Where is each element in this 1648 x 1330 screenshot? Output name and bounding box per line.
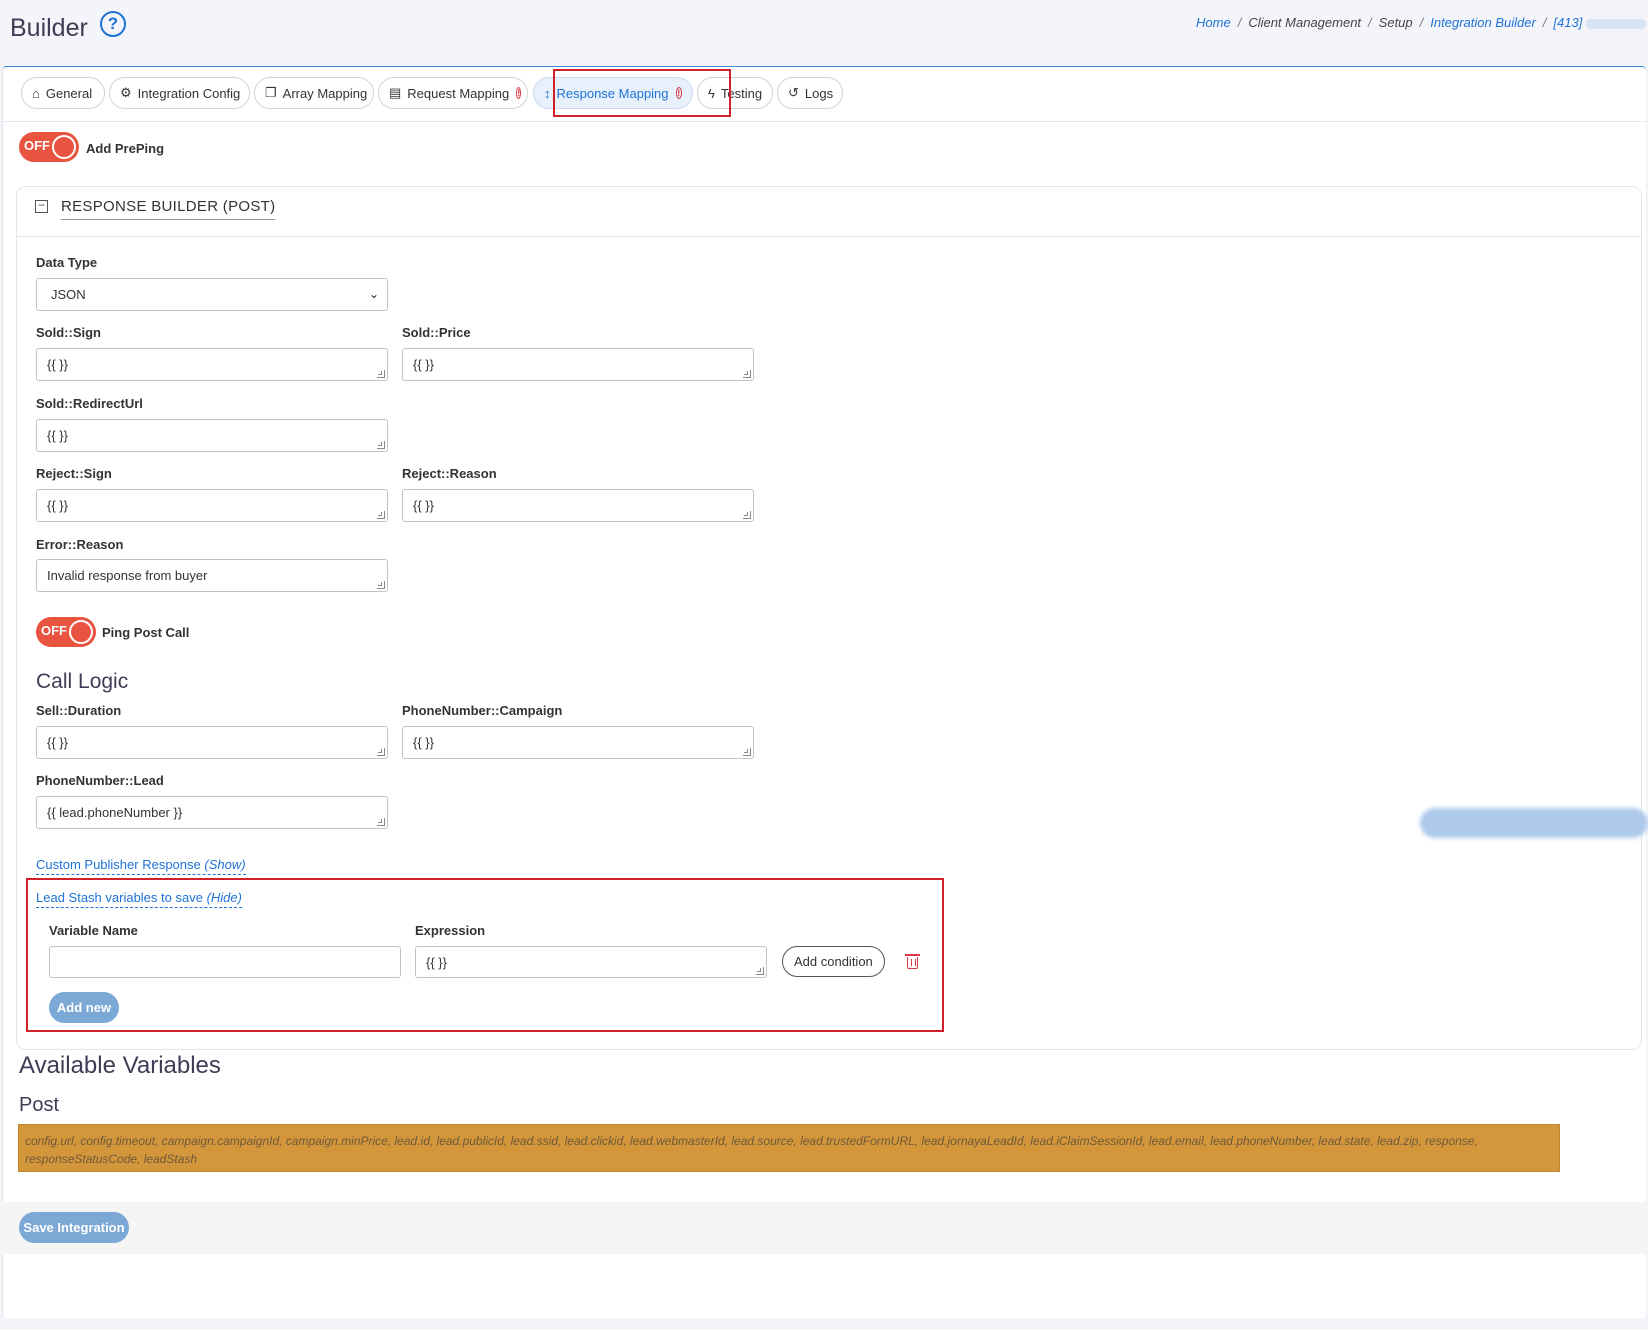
expression-label: Expression <box>415 923 486 938</box>
resize-handle[interactable] <box>377 581 385 589</box>
phone-lead-input[interactable]: {{ lead.phoneNumber }} <box>36 796 388 829</box>
resize-handle[interactable] <box>377 511 385 519</box>
page-title: Builder <box>10 14 88 42</box>
home-icon: ⌂ <box>32 85 40 101</box>
arrows-vertical-icon: ↕ <box>544 85 551 101</box>
resize-handle[interactable] <box>377 370 385 378</box>
breadcrumb-home[interactable]: Home <box>1196 15 1231 30</box>
add-new-button[interactable]: Add new <box>49 992 119 1023</box>
reject-sign-label: Reject::Sign <box>36 466 112 481</box>
breadcrumb-client-management: Client Management <box>1248 15 1362 30</box>
collapse-icon[interactable]: − <box>35 199 48 213</box>
phone-lead-label: PhoneNumber::Lead <box>36 773 164 788</box>
chevron-down-icon: ⌄ <box>368 287 379 301</box>
reject-reason-input[interactable]: {{ }} <box>402 489 754 522</box>
variable-name-label: Variable Name <box>49 923 138 938</box>
resize-handle[interactable] <box>743 748 751 756</box>
expression-input[interactable]: {{ }} <box>415 946 767 978</box>
floating-action-button[interactable] <box>1420 808 1648 838</box>
resize-handle[interactable] <box>743 370 751 378</box>
breadcrumb-integration-builder[interactable]: Integration Builder <box>1430 15 1536 30</box>
error-reason-input[interactable]: Invalid response from buyer <box>36 559 388 592</box>
sold-sign-label: Sold::Sign <box>36 325 101 340</box>
sold-redirect-input[interactable]: {{ }} <box>36 419 388 452</box>
tab-request-mapping[interactable]: ▤ Request Mapping! <box>378 77 528 109</box>
tab-array-mapping[interactable]: ❐ Array Mapping <box>254 77 374 109</box>
cogs-icon: ⚙ <box>120 85 132 100</box>
divider <box>3 121 1647 122</box>
panel-title[interactable]: RESPONSE BUILDER (POST) <box>61 198 276 220</box>
toggle-knob <box>69 620 93 644</box>
data-type-label: Data Type <box>36 255 98 270</box>
reject-reason-label: Reject::Reason <box>402 466 497 481</box>
sell-duration-label: Sell::Duration <box>36 703 122 718</box>
resize-handle[interactable] <box>377 748 385 756</box>
question-circle-icon[interactable]: ? <box>100 11 126 37</box>
phone-campaign-label: PhoneNumber::Campaign <box>402 703 563 718</box>
available-variables-list: config.url, config.timeout, campaign.cam… <box>18 1124 1560 1172</box>
tab-logs[interactable]: ↺ Logs <box>777 77 843 109</box>
panel-header: − RESPONSE BUILDER (POST) <box>17 187 1641 237</box>
sold-price-label: Sold::Price <box>402 325 471 340</box>
phone-campaign-input[interactable]: {{ }} <box>402 726 754 759</box>
resize-handle[interactable] <box>756 967 764 975</box>
reject-sign-input[interactable]: {{ }} <box>36 489 388 522</box>
history-icon: ↺ <box>788 85 799 100</box>
ping-post-label: Ping Post Call <box>102 625 190 640</box>
data-type-select[interactable]: JSON ⌄ <box>36 278 388 311</box>
preping-toggle[interactable]: OFF <box>19 132 79 162</box>
sold-sign-input[interactable]: {{ }} <box>36 348 388 381</box>
footer-bar <box>2 1202 1646 1254</box>
ping-post-toggle[interactable]: OFF <box>36 617 96 647</box>
resize-handle[interactable] <box>377 441 385 449</box>
resize-handle[interactable] <box>743 511 751 519</box>
highlight-frame-tab <box>553 69 731 117</box>
redacted-text <box>1586 18 1647 29</box>
sold-price-input[interactable]: {{ }} <box>402 348 754 381</box>
preping-label: Add PrePing <box>86 141 165 156</box>
error-reason-label: Error::Reason <box>36 537 124 552</box>
add-condition-button[interactable]: Add condition <box>782 946 885 977</box>
tab-general[interactable]: ⌂ General <box>21 77 105 109</box>
variable-name-input[interactable] <box>49 946 401 978</box>
copy-icon: ❐ <box>265 85 277 100</box>
toggle-knob <box>52 135 76 159</box>
lead-stash-link[interactable]: Lead Stash variables to save (Hide) <box>36 890 242 908</box>
top-bar: Builder ? Home / Client Management / Setup / I… <box>0 0 1648 64</box>
document-icon: ▤ <box>389 85 402 100</box>
save-integration-button[interactable]: Save Integration <box>19 1212 129 1243</box>
resize-handle[interactable] <box>377 818 385 826</box>
breadcrumb-integration-id[interactable]: [413] <box>1553 15 1582 30</box>
warning-circle-icon: ! <box>516 87 522 99</box>
sell-duration-input[interactable]: {{ }} <box>36 726 388 759</box>
tab-integration-config[interactable]: ⚙ Integration Config <box>109 77 250 109</box>
available-variables-title: Available Variables <box>19 1052 221 1079</box>
post-subtitle: Post <box>19 1094 60 1116</box>
call-logic-title: Call Logic <box>36 670 129 693</box>
custom-publisher-response-link[interactable]: Custom Publisher Response (Show) <box>36 857 246 875</box>
trash-icon[interactable] <box>905 954 920 969</box>
breadcrumb: Home / Client Management / Setup / Integration… <box>1196 15 1647 30</box>
sold-redirect-label: Sold::RedirectUrl <box>36 396 143 411</box>
breadcrumb-setup: Setup <box>1378 15 1413 30</box>
